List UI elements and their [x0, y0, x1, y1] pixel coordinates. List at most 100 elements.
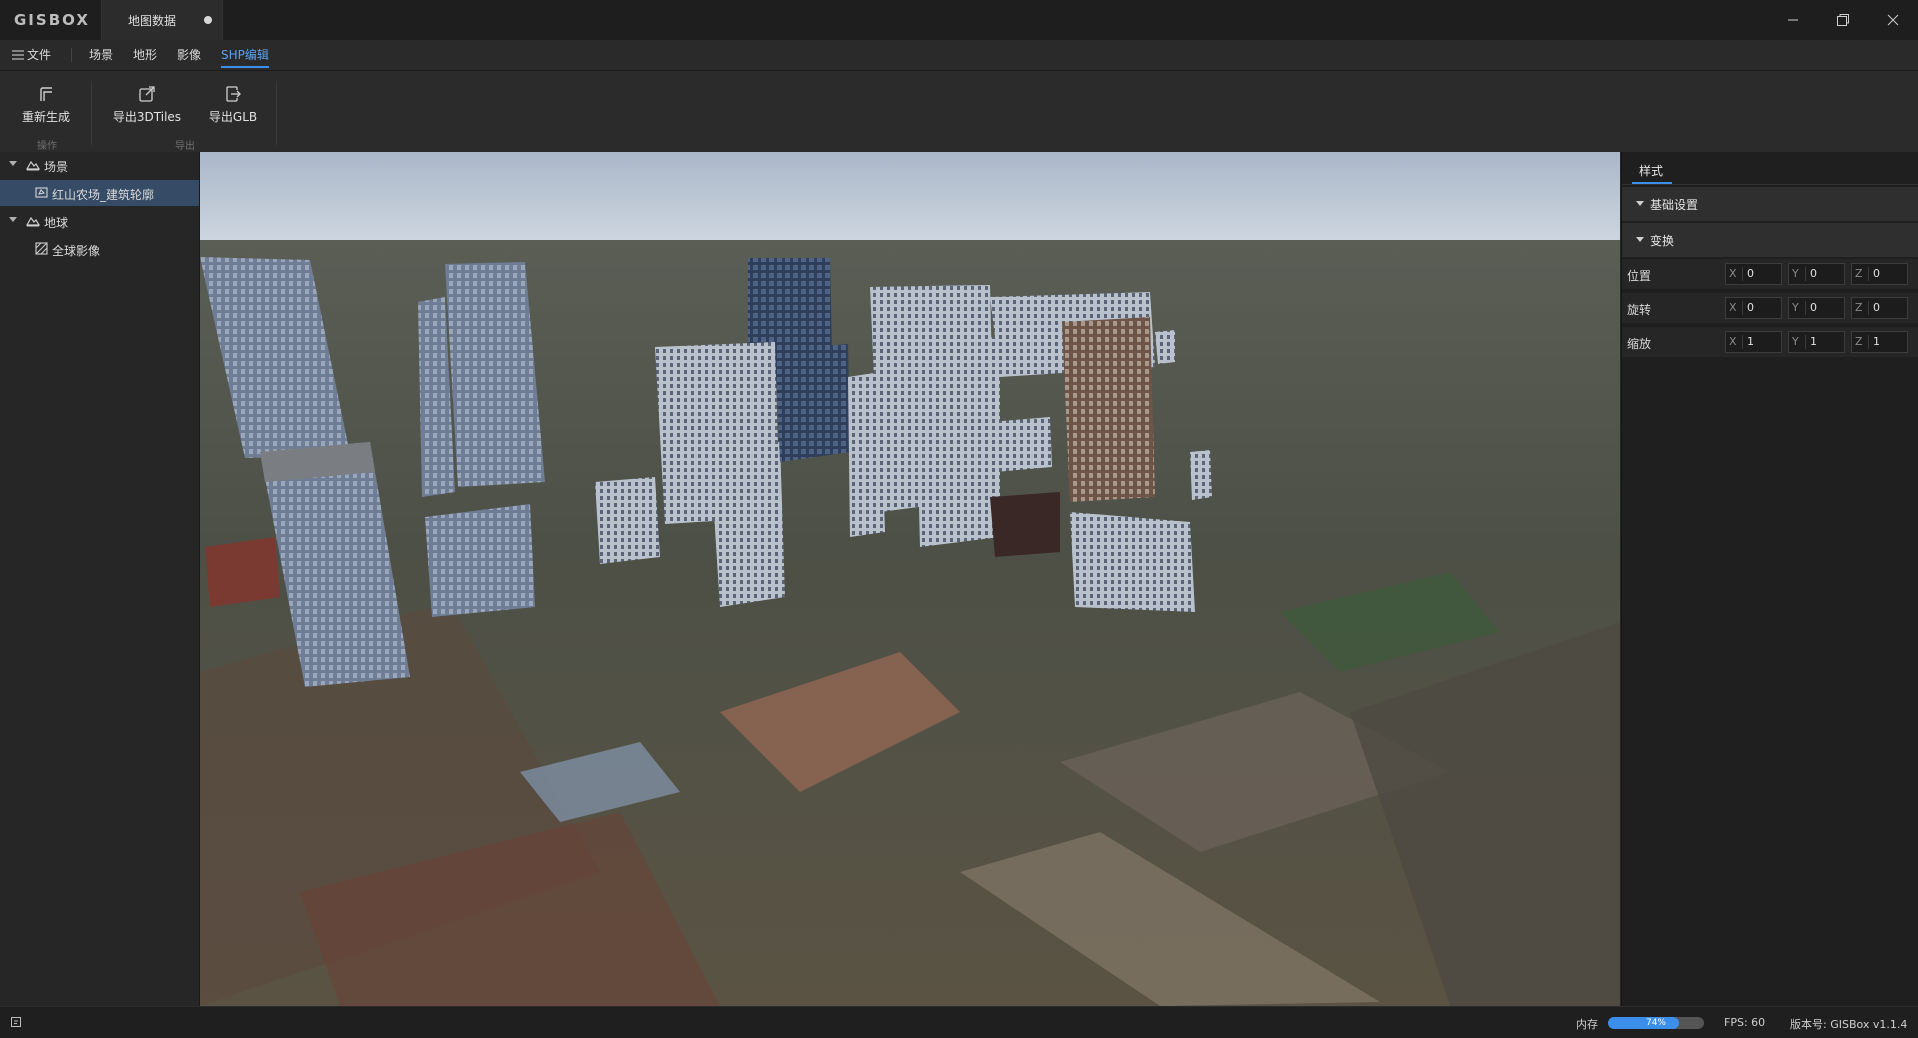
- close-button[interactable]: [1870, 0, 1916, 40]
- menu-divider: [71, 48, 72, 62]
- position-y-input[interactable]: Y0: [1788, 263, 1845, 285]
- tree-label-global-imagery: 全球影像: [52, 244, 101, 258]
- tree-label-globe: 地球: [44, 216, 69, 230]
- section-basic-settings-title: 基础设置: [1650, 198, 1699, 212]
- collapse-arrow-icon: [1636, 237, 1644, 242]
- tree-node-globe[interactable]: 地球: [0, 208, 199, 234]
- value: 0: [1873, 301, 1880, 314]
- regenerate-button[interactable]: 重新生成: [20, 85, 72, 125]
- globe-icon: [26, 216, 40, 227]
- regenerate-label: 重新生成: [21, 110, 70, 124]
- export-glb-label: 导出GLB: [208, 110, 258, 124]
- section-transform[interactable]: 变换: [1622, 223, 1918, 257]
- minimize-button[interactable]: [1770, 0, 1816, 40]
- rotation-z-input[interactable]: Z0: [1851, 297, 1908, 319]
- log-icon[interactable]: [10, 1016, 22, 1028]
- tree-label-building-outline: 红山农场_建筑轮廓: [52, 188, 155, 202]
- scale-x-input[interactable]: X1: [1725, 331, 1782, 353]
- tree-item-global-imagery[interactable]: 全球影像: [0, 236, 199, 262]
- tree-item-building-outline[interactable]: 红山农场_建筑轮廓: [0, 180, 199, 206]
- axis-label: Y: [1792, 267, 1799, 280]
- imagery-layer-icon: [35, 242, 48, 255]
- restore-button[interactable]: [1820, 0, 1866, 40]
- row-label: 旋转: [1627, 303, 1652, 317]
- rotation-y-input[interactable]: Y0: [1788, 297, 1845, 319]
- rotation-x-input[interactable]: X0: [1725, 297, 1782, 319]
- group-export-label: 导出: [175, 141, 195, 152]
- axis-label: Z: [1855, 267, 1863, 280]
- transform-row-scale: 缩放 X1 Y1 Z1: [1622, 327, 1918, 357]
- memory-percent: 74%: [1645, 1018, 1666, 1028]
- version-label: 版本号: GISBox v1.1.4: [1790, 1018, 1908, 1031]
- value: 0: [1810, 267, 1817, 280]
- file-menu-label: 文件: [27, 48, 52, 62]
- export-glb-button[interactable]: 导出GLB: [207, 85, 259, 125]
- value: 1: [1810, 335, 1817, 348]
- expand-arrow-icon[interactable]: [9, 217, 17, 222]
- tree-node-scene[interactable]: 场景: [0, 152, 199, 178]
- scale-y-input[interactable]: Y1: [1788, 331, 1845, 353]
- city-scene-render: [200, 152, 1620, 1006]
- position-x-input[interactable]: X0: [1725, 263, 1782, 285]
- fps-readout: FPS: 60: [1724, 1016, 1766, 1029]
- menu-shp-edit[interactable]: SHP编辑: [221, 46, 269, 68]
- ribbon-toolbar: 重新生成 操作 导出3DTiles 导出GLB 导出: [0, 71, 1918, 153]
- expand-arrow-icon[interactable]: [9, 161, 17, 166]
- scene-tree-panel: 场景 红山农场_建筑轮廓 地球 全球影像: [0, 152, 200, 1006]
- axis-label: X: [1729, 267, 1737, 280]
- axis-label: Y: [1792, 301, 1799, 314]
- restore-icon: [1837, 14, 1849, 26]
- value: 1: [1747, 335, 1754, 348]
- axis-label: Z: [1855, 301, 1863, 314]
- scale-z-input[interactable]: Z1: [1851, 331, 1908, 353]
- transform-row-rotation: 旋转 X0 Y0 Z0: [1622, 293, 1918, 323]
- regenerate-icon: [40, 87, 52, 101]
- value: 0: [1747, 267, 1754, 280]
- ribbon-divider: [91, 81, 92, 145]
- tab-style[interactable]: 样式: [1639, 162, 1663, 179]
- value: 0: [1747, 301, 1754, 314]
- app-logo: GISBOX: [14, 11, 90, 29]
- tab-divider: [1622, 184, 1918, 185]
- menu-imagery[interactable]: 影像: [177, 46, 201, 63]
- memory-label: 内存: [1576, 1018, 1598, 1031]
- value: 1: [1873, 335, 1880, 348]
- axis-label: Z: [1855, 335, 1863, 348]
- unsaved-dot-icon: [204, 16, 212, 24]
- title-bar: GISBOX 地图数据: [0, 0, 1918, 40]
- status-bar: 内存 74% FPS: 60 版本号: GISBox v1.1.4: [0, 1006, 1918, 1038]
- hamburger-icon: [12, 50, 24, 60]
- section-basic-settings[interactable]: 基础设置: [1622, 187, 1918, 221]
- export-3dtiles-button[interactable]: 导出3DTiles: [112, 85, 182, 125]
- collapse-arrow-icon: [1636, 201, 1644, 206]
- group-ops-label: 操作: [37, 141, 57, 152]
- section-transform-title: 变换: [1650, 234, 1675, 248]
- row-label: 缩放: [1627, 337, 1652, 351]
- map-3d-viewport[interactable]: [200, 152, 1620, 1006]
- transform-row-position: 位置 X0 Y0 Z0: [1622, 259, 1918, 289]
- value: 0: [1873, 267, 1880, 280]
- tree-label-scene: 场景: [44, 160, 69, 174]
- file-menu[interactable]: 文件: [12, 46, 51, 63]
- axis-label: X: [1729, 335, 1737, 348]
- properties-panel: 样式 基础设置 变换 位置 X0 Y0 Z0 旋转 X0 Y0 Z0 缩放 X1…: [1621, 152, 1918, 1006]
- position-z-input[interactable]: Z0: [1851, 263, 1908, 285]
- export-icon: [139, 86, 155, 102]
- polygon-layer-icon: [35, 187, 48, 198]
- axis-label: X: [1729, 301, 1737, 314]
- close-icon: [1887, 14, 1899, 26]
- export-file-icon: [226, 86, 241, 102]
- value: 0: [1810, 301, 1817, 314]
- scene-icon: [26, 160, 40, 171]
- axis-label: Y: [1792, 335, 1799, 348]
- memory-progress-bar: 74%: [1608, 1017, 1704, 1029]
- minimize-icon: [1788, 19, 1798, 21]
- menu-scene[interactable]: 场景: [89, 46, 113, 63]
- ribbon-divider: [276, 81, 277, 145]
- export-3dtiles-label: 导出3DTiles: [112, 110, 182, 124]
- menu-terrain[interactable]: 地形: [133, 46, 157, 63]
- row-label: 位置: [1627, 269, 1652, 283]
- menu-bar: 文件 场景 地形 影像 SHP编辑: [0, 40, 1918, 71]
- document-tab-title: 地图数据: [128, 14, 177, 28]
- document-tab[interactable]: 地图数据: [101, 0, 223, 40]
